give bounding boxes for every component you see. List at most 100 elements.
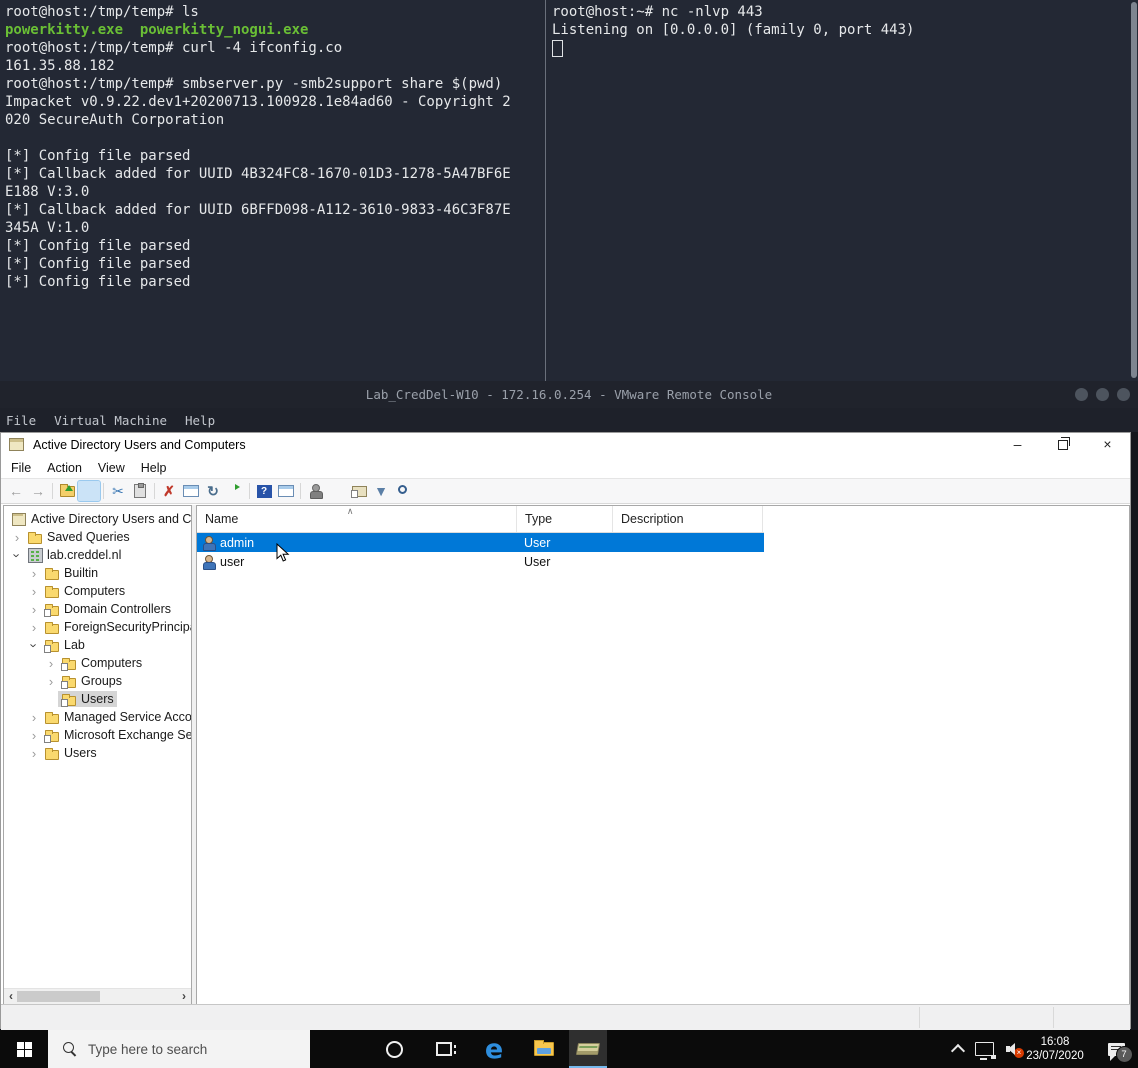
tree-item-users[interactable]: Users [4, 690, 191, 708]
file-explorer-button[interactable] [519, 1030, 569, 1068]
tree-item-label: Computers [81, 656, 143, 670]
tree-item-domain-controllers[interactable]: › Domain Controllers [4, 600, 191, 618]
tree-collapsed-arrow-icon[interactable]: › [27, 711, 41, 724]
vmware-close-button[interactable] [1117, 388, 1130, 401]
clock-date: 23/07/2020 [1026, 1050, 1084, 1062]
terminal-line: 345A V:1.0 [5, 220, 90, 236]
terminal-right-pane[interactable]: root@host:~# nc -nlvp 443 Listening on [0… [552, 3, 1122, 57]
properties-icon[interactable] [180, 481, 202, 501]
tree-collapsed-arrow-icon[interactable]: › [27, 567, 41, 580]
tree-collapsed-arrow-icon[interactable]: › [27, 747, 41, 760]
tree-collapsed-arrow-icon[interactable]: › [10, 531, 24, 544]
column-header-description[interactable]: Description [613, 506, 763, 532]
clock[interactable]: 16:08 23/07/2020 [1016, 1030, 1094, 1068]
aduc-menu-file[interactable]: File [3, 461, 39, 475]
tree-collapsed-arrow-icon[interactable]: › [44, 657, 58, 670]
find-icon[interactable] [392, 481, 414, 501]
search-input[interactable] [48, 1030, 310, 1068]
tree-item-foreignsecurityprincipals[interactable]: › ForeignSecurityPrincipals [4, 618, 191, 636]
console-tree: Active Directory Users and Computers › Sav… [4, 506, 191, 762]
tree-item-label: lab.creddel.nl [47, 548, 122, 562]
object-list: admin User user User [197, 533, 1129, 571]
tree-expanded-arrow-icon[interactable]: › [27, 638, 42, 652]
close-button[interactable]: × [1085, 433, 1130, 457]
restore-button[interactable] [1040, 433, 1085, 457]
aduc-menubar: File Action View Help [1, 457, 1130, 478]
tree-item-users[interactable]: › Users [4, 744, 191, 762]
tree-item-managed-service-accounts[interactable]: › Managed Service Accounts [4, 708, 191, 726]
tree-item-active-directory-users-and-computers[interactable]: Active Directory Users and Computers [4, 510, 191, 528]
restore-icon [1057, 437, 1070, 450]
tree-collapsed-arrow-icon[interactable]: › [44, 675, 58, 688]
tree-item-saved-queries[interactable]: › Saved Queries [4, 528, 191, 546]
tree-collapsed-arrow-icon[interactable]: › [27, 621, 41, 634]
aduc-titlebar[interactable]: Active Directory Users and Computers – × [1, 433, 1130, 457]
tree-item-computers[interactable]: › Computers [4, 654, 191, 672]
minimize-button[interactable]: – [995, 433, 1040, 457]
column-header-name[interactable]: Name ∧ [197, 506, 517, 532]
vmware-menu-help[interactable]: Help [185, 413, 215, 428]
aduc-menu-action[interactable]: Action [39, 461, 90, 475]
file-explorer-icon [534, 1040, 554, 1056]
terminal-line: [*] Config file parsed [5, 148, 191, 164]
new-ou-icon[interactable] [348, 481, 370, 501]
vmware-menu-virtual-machine[interactable]: Virtual Machine [54, 413, 167, 428]
scrollbar-thumb[interactable] [17, 991, 100, 1002]
filter-icon[interactable]: ▼ [370, 481, 392, 501]
back-icon[interactable]: ← [5, 481, 27, 501]
delete-icon[interactable]: ✗ [158, 481, 180, 501]
refresh-icon[interactable]: ↻ [202, 481, 224, 501]
tree-item-groups[interactable]: › Groups [4, 672, 191, 690]
start-button[interactable] [0, 1030, 48, 1068]
aduc-statusbar [1, 1004, 1130, 1030]
terminal-scrollbar[interactable] [1131, 2, 1137, 378]
scroll-left-arrow-icon[interactable] [4, 989, 18, 1003]
aduc-menu-help[interactable]: Help [133, 461, 175, 475]
task-view-button[interactable] [419, 1030, 469, 1068]
new-user-icon[interactable] [304, 481, 326, 501]
show-hidden-icons-button[interactable] [946, 1030, 970, 1068]
vmware-remote-console-screen: root@host:/tmp/temp# ls powerkitty.exe po… [0, 0, 1138, 1068]
add-group-member-icon[interactable] [414, 481, 436, 501]
show-console-tree-icon[interactable] [77, 480, 101, 502]
notification-count-badge: 7 [1115, 1045, 1133, 1063]
vmware-menu-file[interactable]: File [6, 413, 36, 428]
tree-expanded-arrow-icon[interactable]: › [10, 548, 25, 562]
tree-item-lab[interactable]: › Lab [4, 636, 191, 654]
cut-icon[interactable]: ✂ [107, 481, 129, 501]
help-icon[interactable]: ? [253, 481, 275, 501]
tree-item-microsoft-exchange-security-groups[interactable]: › Microsoft Exchange Security Groups [4, 726, 191, 744]
tree-item-builtin[interactable]: › Builtin [4, 564, 191, 582]
forward-icon[interactable]: → [27, 481, 49, 501]
up-one-level-icon[interactable] [56, 481, 78, 501]
user-icon [202, 554, 216, 570]
terminal-left-pane[interactable]: root@host:/tmp/temp# ls powerkitty.exe po… [5, 3, 543, 291]
scroll-right-arrow-icon[interactable] [177, 989, 191, 1003]
column-header-type[interactable]: Type [517, 506, 613, 532]
cortana-button[interactable] [369, 1030, 419, 1068]
tree-item-lab-creddel-nl[interactable]: › lab.creddel.nl [4, 546, 191, 564]
tree-collapsed-arrow-icon[interactable]: › [27, 729, 41, 742]
export-list-icon[interactable] [224, 481, 246, 501]
sort-ascending-icon: ∧ [346, 506, 354, 516]
chevron-up-icon [950, 1043, 966, 1059]
aduc-menu-view[interactable]: View [90, 461, 133, 475]
tree-item-computers[interactable]: › Computers [4, 582, 191, 600]
tree-collapsed-arrow-icon[interactable]: › [27, 585, 41, 598]
tree-horizontal-scrollbar[interactable] [4, 988, 191, 1004]
terminal-line: root@host:/tmp/temp# smbserver.py -smb2s… [5, 76, 503, 92]
tree-item-label: Active Directory Users and Computers [31, 512, 192, 526]
edge-button[interactable] [469, 1030, 519, 1068]
vmware-restore-button[interactable] [1096, 388, 1109, 401]
vmware-minimize-button[interactable] [1075, 388, 1088, 401]
mmc-console-button[interactable] [569, 1030, 607, 1068]
action-center-button[interactable]: 7 [1098, 1030, 1134, 1068]
window-list-icon[interactable] [275, 481, 297, 501]
network-status-button[interactable] [970, 1030, 998, 1068]
statusbar-separator [919, 1007, 920, 1028]
tree-collapsed-arrow-icon[interactable]: › [27, 603, 41, 616]
taskbar-search[interactable] [48, 1030, 310, 1068]
new-group-icon[interactable] [326, 481, 348, 501]
paste-icon[interactable] [129, 481, 151, 501]
terminal-pane-divider[interactable] [545, 0, 546, 381]
